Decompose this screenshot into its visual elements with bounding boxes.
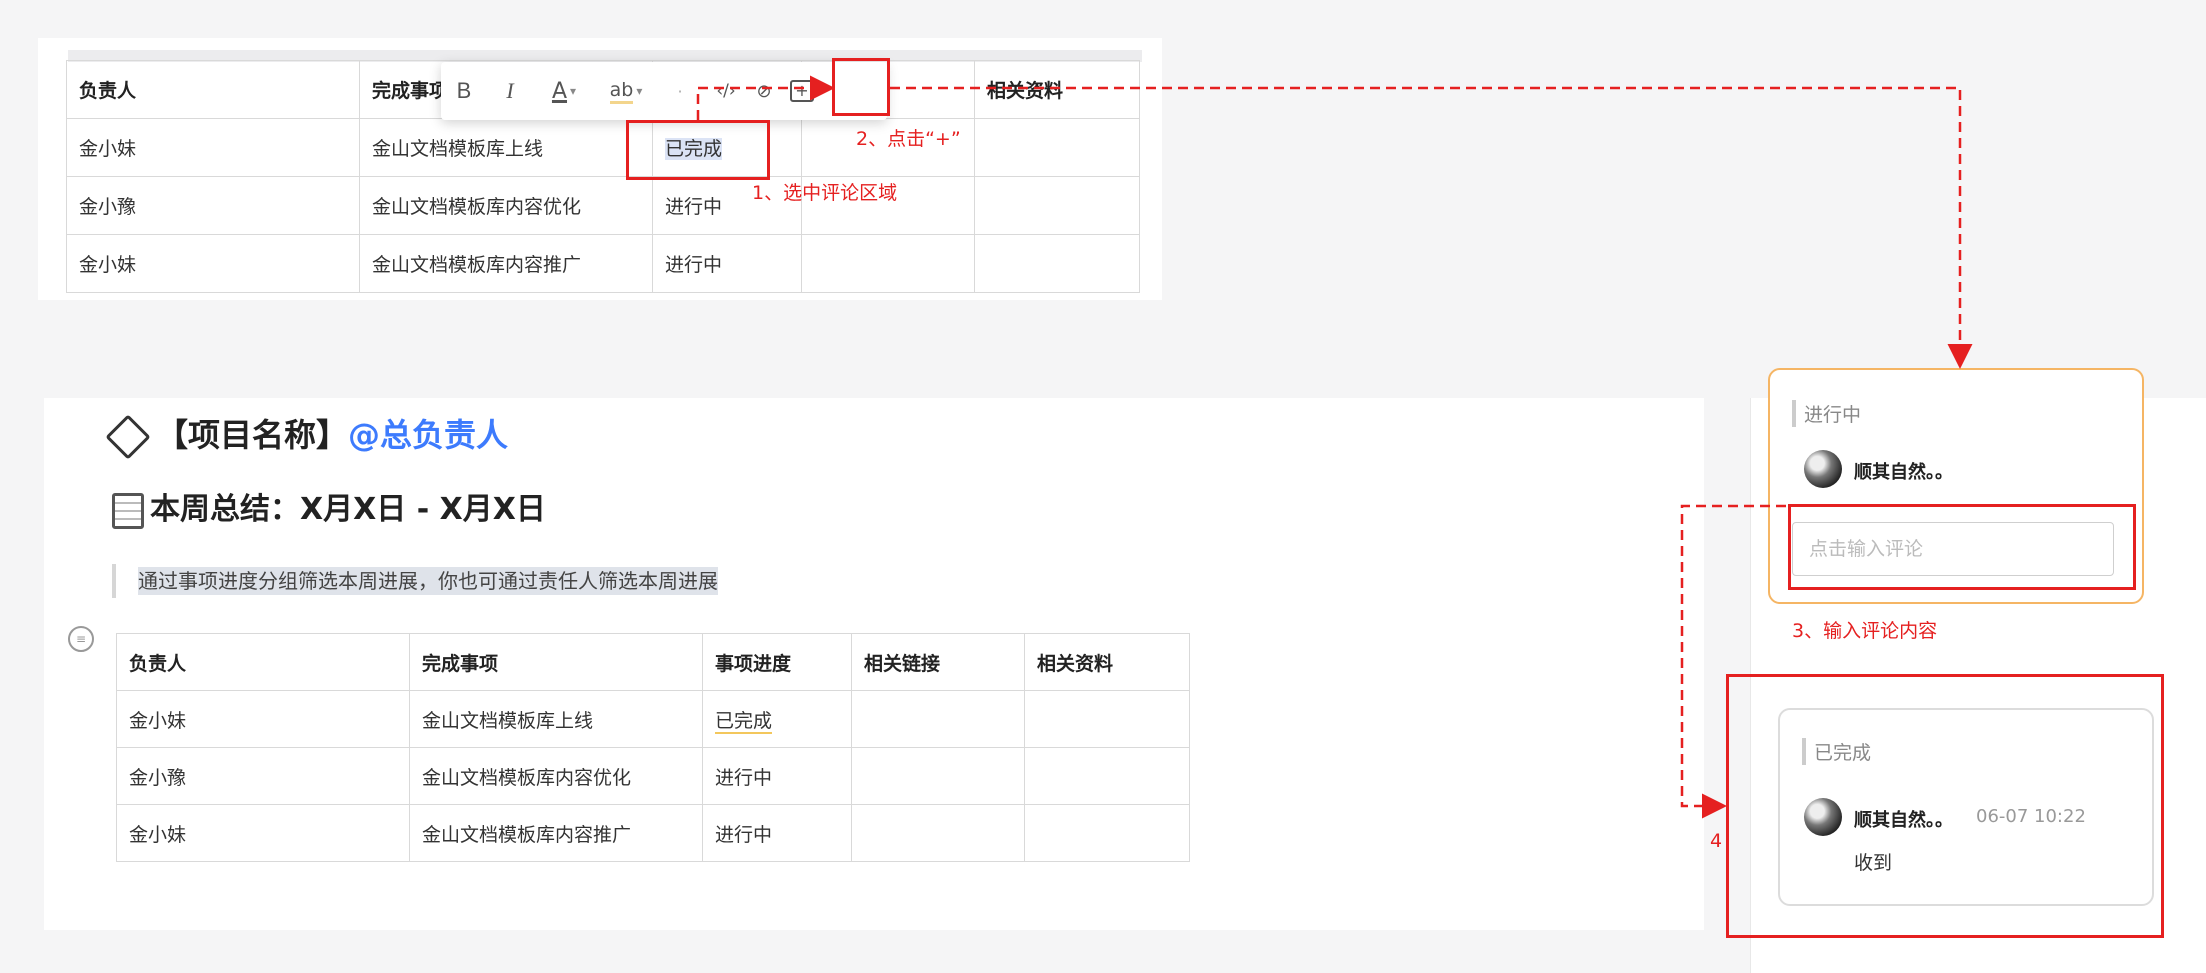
annotation-arrows [696, 75, 1973, 819]
arrow-step2-to-card [890, 86, 1973, 369]
arrow-input-to-result [1680, 504, 1786, 819]
arrow-step1-to-step2 [696, 75, 835, 120]
